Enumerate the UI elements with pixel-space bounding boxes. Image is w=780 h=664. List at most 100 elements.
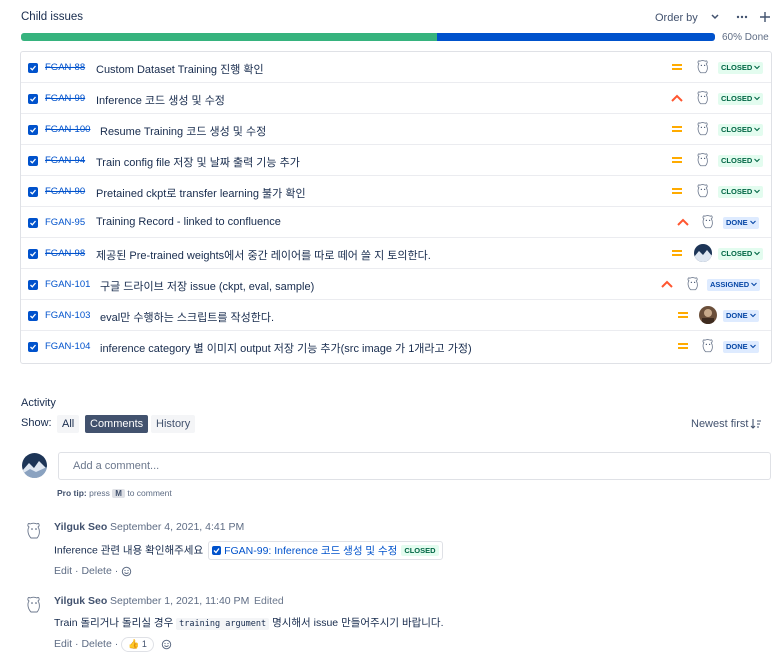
issue-summary-link[interactable]: Training Record - linked to confluence: [96, 216, 281, 228]
issue-key-link[interactable]: FGAN-90: [45, 186, 85, 197]
issue-summary-link[interactable]: Train config file 저장 및 날짜 출력 기능 추가: [96, 154, 300, 170]
issue-summary-link[interactable]: Inference 코드 생성 및 수정: [96, 92, 225, 108]
priority-medium-icon: [672, 157, 682, 163]
checkbox-icon: [28, 63, 38, 73]
chevron-down-icon: [749, 313, 756, 318]
comment-author[interactable]: Yilguk Seo: [54, 521, 107, 533]
edit-comment-link[interactable]: Edit: [54, 565, 72, 577]
chevron-down-icon[interactable]: [709, 10, 721, 24]
status-badge[interactable]: CLOSED: [718, 155, 764, 167]
issue-summary-link[interactable]: Resume Training 코드 생성 및 수정: [100, 123, 266, 139]
comment-actions: Edit · Delete · 👍 1: [54, 637, 172, 652]
delete-comment-link[interactable]: Delete: [81, 565, 111, 577]
pro-tip: Pro tip: press M to comment: [57, 488, 172, 498]
table-row[interactable]: FGAN-95 Training Record - linked to confl…: [21, 207, 771, 238]
comment-body: Train 돌리거나 돌리실 경우 training argument 명시해서…: [54, 615, 444, 630]
status-label: CLOSED: [721, 187, 753, 196]
table-row[interactable]: FGAN-100 Resume Training 코드 생성 및 수정 CLOSED: [21, 114, 771, 145]
issue-summary-link[interactable]: eval만 수행하는 스크립트를 작성한다.: [100, 309, 274, 325]
table-row[interactable]: FGAN-88 Custom Dataset Training 진행 확인 CLOS…: [21, 52, 771, 83]
table-row[interactable]: FGAN-98 제공된 Pre-trained weights에서 중간 레이어를…: [21, 238, 771, 269]
sort-icon[interactable]: [750, 418, 762, 430]
assignee-avatar[interactable]: [684, 275, 702, 293]
assignee-avatar[interactable]: [699, 306, 717, 324]
filter-all-button[interactable]: All: [57, 415, 80, 433]
status-badge[interactable]: CLOSED: [718, 62, 764, 74]
table-row[interactable]: FGAN-101 구글 드라이브 저장 issue (ckpt, eval, sa…: [21, 269, 771, 300]
add-comment-input[interactable]: Add a comment...: [58, 452, 771, 480]
pro-tip-key: M: [112, 489, 125, 498]
issue-summary-link[interactable]: inference category 별 이미지 output 저장 기능 추가…: [100, 340, 472, 356]
bear-avatar: [27, 522, 40, 539]
status-label: DONE: [726, 218, 748, 227]
issue-summary-link[interactable]: 구글 드라이브 저장 issue (ckpt, eval, sample): [100, 278, 314, 294]
status-badge[interactable]: DONE: [723, 310, 759, 322]
chevron-down-icon: [754, 189, 761, 194]
add-reaction-icon[interactable]: [121, 566, 132, 577]
plus-icon[interactable]: [758, 10, 772, 24]
assignee-avatar[interactable]: [694, 89, 712, 107]
status-label: CLOSED: [721, 63, 753, 72]
issue-summary-link[interactable]: Pretained ckpt로 transfer learning 불가 확인: [96, 185, 306, 201]
status-badge[interactable]: CLOSED: [718, 248, 764, 260]
comment-date[interactable]: September 1, 2021, 11:40 PM: [110, 595, 249, 607]
comment-actions: Edit · Delete ·: [54, 565, 132, 577]
filter-history-button[interactable]: History: [151, 415, 196, 433]
priority-medium-icon: [672, 250, 682, 256]
reaction-thumbs-up[interactable]: 👍 1: [121, 637, 154, 652]
issue-key-link[interactable]: FGAN-95: [45, 217, 85, 228]
priority-high-icon: [677, 218, 689, 226]
activity-title: Activity: [21, 397, 56, 409]
status-label: CLOSED: [721, 156, 753, 165]
assignee-avatar[interactable]: [699, 213, 717, 231]
comment-date[interactable]: September 4, 2021, 4:41 PM: [110, 521, 244, 533]
more-icon[interactable]: [735, 10, 749, 24]
thumbs-up-icon: 👍: [128, 639, 140, 649]
assignee-avatar[interactable]: [694, 120, 712, 138]
chevron-down-icon: [751, 282, 758, 287]
assignee-avatar[interactable]: [694, 58, 712, 76]
table-row[interactable]: FGAN-94 Train config file 저장 및 날짜 출력 기능 추…: [21, 145, 771, 176]
issue-key-link[interactable]: FGAN-100: [45, 124, 90, 135]
issue-key-link[interactable]: FGAN-94: [45, 155, 85, 166]
issue-summary-link[interactable]: Custom Dataset Training 진행 확인: [96, 61, 264, 77]
table-row[interactable]: FGAN-103 eval만 수행하는 스크립트를 작성한다. DONE: [21, 300, 771, 331]
priority-medium-icon: [672, 188, 682, 194]
issue-key-link[interactable]: FGAN-98: [45, 248, 85, 259]
assignee-avatar[interactable]: [694, 182, 712, 200]
issue-key-link[interactable]: FGAN-88: [45, 62, 85, 73]
add-reaction-icon[interactable]: [161, 639, 172, 650]
linked-issue-chip[interactable]: FGAN-99: Inference 코드 생성 및 수정 CLOSED: [208, 541, 443, 560]
chevron-down-icon: [749, 220, 756, 225]
issue-key-link[interactable]: FGAN-103: [45, 310, 90, 321]
status-badge[interactable]: DONE: [723, 341, 759, 353]
delete-comment-link[interactable]: Delete: [81, 638, 111, 650]
table-row[interactable]: FGAN-90 Pretained ckpt로 transfer learning…: [21, 176, 771, 207]
assignee-avatar[interactable]: [694, 151, 712, 169]
progress-bar: [21, 33, 715, 41]
edit-comment-link[interactable]: Edit: [54, 638, 72, 650]
sort-order-button[interactable]: Newest first: [691, 418, 748, 430]
issue-key-link[interactable]: FGAN-101: [45, 279, 90, 290]
filter-comments-button[interactable]: Comments: [85, 415, 149, 433]
table-row[interactable]: FGAN-99 Inference 코드 생성 및 수정 CLOSED: [21, 83, 771, 114]
status-badge[interactable]: CLOSED: [718, 93, 764, 105]
status-badge[interactable]: ASSIGNED: [707, 279, 761, 291]
issue-key-link[interactable]: FGAN-104: [45, 341, 90, 352]
table-row[interactable]: FGAN-104 inference category 별 이미지 output …: [21, 331, 771, 362]
progress-label: 60% Done: [722, 32, 769, 43]
status-badge[interactable]: CLOSED: [718, 124, 764, 136]
status-badge[interactable]: DONE: [723, 217, 759, 229]
comment-author[interactable]: Yilguk Seo: [54, 595, 107, 607]
issue-summary-link[interactable]: 제공된 Pre-trained weights에서 중간 레이어를 따로 떼어 …: [96, 247, 431, 263]
order-by-button[interactable]: Order by: [655, 12, 698, 24]
status-label: DONE: [726, 342, 748, 351]
linked-issue-status: CLOSED: [401, 545, 439, 556]
issue-key-link[interactable]: FGAN-99: [45, 93, 85, 104]
child-issue-list: FGAN-88 Custom Dataset Training 진행 확인 CLOS…: [20, 51, 772, 364]
assignee-avatar[interactable]: [694, 244, 712, 262]
assignee-avatar[interactable]: [699, 337, 717, 355]
status-badge[interactable]: CLOSED: [718, 186, 764, 198]
current-user-avatar: [22, 453, 47, 478]
priority-medium-icon: [678, 343, 688, 349]
